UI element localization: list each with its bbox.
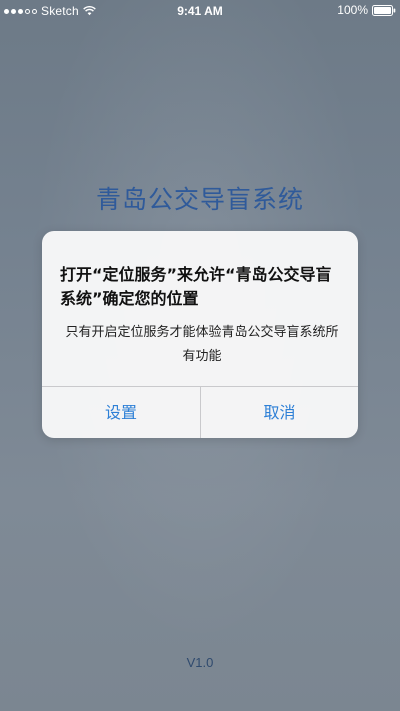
cancel-button[interactable]: 取消 — [201, 387, 358, 438]
app-version: V1.0 — [186, 655, 214, 670]
settings-button[interactable]: 设置 — [42, 387, 200, 438]
app-screen: Sketch 9:41 AM 100% 青岛公交导盲系统 打开“定位服务”来允许… — [0, 0, 400, 711]
alert-title: 打开“定位服务”来允许“青岛公交导盲系统”确定您的位置 — [60, 265, 332, 308]
alert-body: 打开“定位服务”来允许“青岛公交导盲系统”确定您的位置 只有开启定位服务才能体验… — [42, 231, 358, 386]
alert-message: 只有开启定位服务才能体验青岛公交导盲系统所有功能 — [65, 325, 339, 364]
location-permission-alert: 打开“定位服务”来允许“青岛公交导盲系统”确定您的位置 只有开启定位服务才能体验… — [42, 231, 358, 438]
